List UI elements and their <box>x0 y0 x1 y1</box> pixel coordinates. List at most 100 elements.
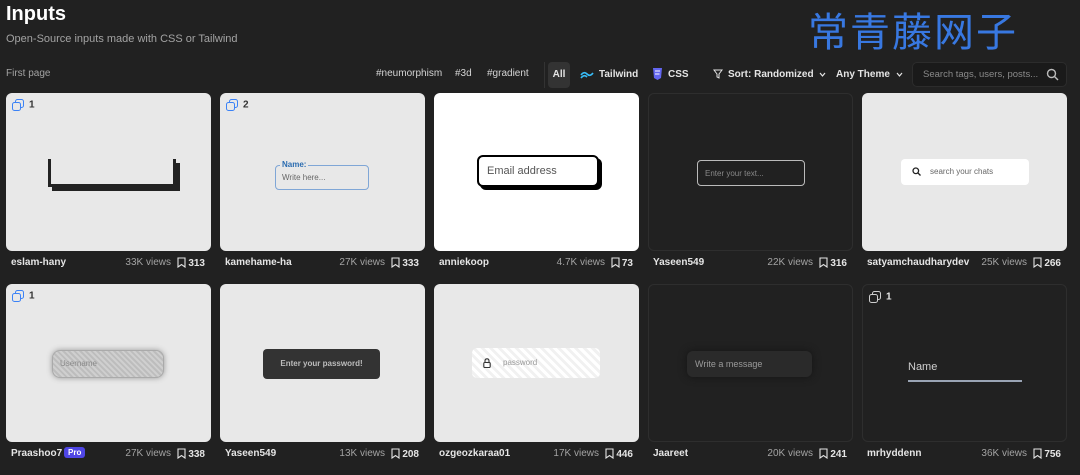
bookmark-icon <box>177 448 186 460</box>
input-preview-label: Name: <box>280 160 309 169</box>
copy-icon <box>869 291 881 303</box>
variant-count: 2 <box>243 99 249 111</box>
bookmark-icon <box>177 257 186 269</box>
component-card[interactable]: Enter your text... <box>648 93 853 251</box>
author-link[interactable]: Jaareet <box>653 448 688 459</box>
filter-css-label: CSS <box>668 69 689 80</box>
page-title: Inputs <box>6 3 66 25</box>
variant-badge: 1 <box>869 291 892 303</box>
bookmark-icon <box>819 257 828 269</box>
tag-gradient[interactable]: #gradient <box>487 68 529 79</box>
variant-count: 1 <box>29 290 35 302</box>
watermark-text: 常青藤网子 <box>808 10 1018 56</box>
card-meta: Praashoo7 Pro 27K views 338 <box>6 446 211 462</box>
bookmark-icon <box>819 448 828 460</box>
component-card[interactable]: search your chats <box>862 93 1067 251</box>
author-link[interactable]: Yaseen549 <box>653 257 704 268</box>
input-preview[interactable]: Email address <box>477 155 599 187</box>
chevron-down-icon <box>896 72 903 77</box>
view-count: 27K views <box>125 448 171 459</box>
author-link[interactable]: Yaseen549 <box>225 448 276 459</box>
theme-dropdown[interactable]: Any Theme <box>836 62 903 88</box>
input-preview[interactable]: password <box>472 348 600 378</box>
card-meta: Jaareet 20K views 241 <box>648 446 853 462</box>
author-link[interactable]: Praashoo7 <box>11 448 62 459</box>
component-card[interactable]: 2 Write here... Name: <box>220 93 425 251</box>
save-button[interactable]: 333 <box>391 257 419 269</box>
card-meta: ozgeozkaraa01 17K views 446 <box>434 446 639 462</box>
view-count: 27K views <box>339 257 385 268</box>
chevron-down-icon <box>819 72 826 77</box>
filter-all-label: All <box>552 69 566 80</box>
save-count: 266 <box>1044 258 1061 269</box>
save-count: 313 <box>188 258 205 269</box>
bookmark-icon <box>611 257 620 269</box>
view-count: 17K views <box>553 448 599 459</box>
component-card[interactable]: Write a message <box>648 284 853 442</box>
input-preview[interactable]: Enter your text... <box>697 160 805 186</box>
input-preview[interactable]: Write a message <box>687 351 812 377</box>
filter-all-button[interactable]: All <box>548 62 570 88</box>
input-preview-label: Name <box>908 361 938 373</box>
save-button[interactable]: 73 <box>611 257 633 269</box>
view-count: 25K views <box>981 257 1027 268</box>
search-icon <box>1046 68 1059 81</box>
author-link[interactable]: anniekoop <box>439 257 489 268</box>
component-card[interactable]: password <box>434 284 639 442</box>
variant-badge: 1 <box>12 290 35 302</box>
author-link[interactable]: ozgeozkaraa01 <box>439 448 510 459</box>
card-meta: eslam-hany 33K views 313 <box>6 255 211 271</box>
component-card[interactable]: 1 Username <box>6 284 211 442</box>
view-count: 13K views <box>339 448 385 459</box>
author-link[interactable]: satyamchaudharydev <box>867 257 969 268</box>
page-subtitle: Open-Source inputs made with CSS or Tail… <box>6 33 238 45</box>
lock-icon <box>483 358 491 368</box>
save-button[interactable]: 266 <box>1033 257 1061 269</box>
variant-badge: 2 <box>226 99 249 111</box>
component-card[interactable]: Email address <box>434 93 639 251</box>
save-button[interactable]: 313 <box>177 257 205 269</box>
input-preview-placeholder: search your chats <box>930 167 994 176</box>
filter-css-button[interactable]: CSS <box>652 62 689 88</box>
save-button[interactable]: 446 <box>605 448 633 460</box>
author-link[interactable]: eslam-hany <box>11 257 66 268</box>
save-count: 208 <box>402 449 419 460</box>
tag-neumorphism[interactable]: #neumorphism <box>376 68 442 79</box>
input-preview[interactable]: search your chats <box>901 159 1029 185</box>
tag-3d[interactable]: #3d <box>455 68 472 79</box>
save-button[interactable]: 241 <box>819 448 847 460</box>
input-preview[interactable]: Enter your password! <box>263 349 380 379</box>
save-count: 241 <box>830 449 847 460</box>
toolbar-divider <box>544 62 545 88</box>
save-button[interactable]: 338 <box>177 448 205 460</box>
save-button[interactable]: 208 <box>391 448 419 460</box>
input-preview[interactable] <box>908 380 1022 382</box>
search-icon <box>912 167 921 176</box>
card-meta: anniekoop 4.7K views 73 <box>434 255 639 271</box>
save-button[interactable]: 756 <box>1033 448 1061 460</box>
copy-icon <box>12 99 24 111</box>
copy-icon <box>12 290 24 302</box>
card-meta: satyamchaudharydev 25K views 266 <box>862 255 1067 271</box>
first-page-link[interactable]: First page <box>6 68 50 79</box>
component-card[interactable]: 1 <box>6 93 211 251</box>
author-link[interactable]: mrhyddenn <box>867 448 921 459</box>
filter-tailwind-label: Tailwind <box>599 69 639 80</box>
input-preview[interactable]: Username <box>52 350 164 378</box>
component-card[interactable]: 1 Name <box>862 284 1067 442</box>
input-preview[interactable] <box>48 159 176 187</box>
search-placeholder: Search tags, users, posts... <box>923 69 1039 80</box>
search-input[interactable]: Search tags, users, posts... <box>912 62 1067 87</box>
component-card[interactable]: Enter your password! <box>220 284 425 442</box>
bookmark-icon <box>391 257 400 269</box>
bookmark-icon <box>1033 448 1042 460</box>
variant-count: 1 <box>29 99 35 111</box>
card-meta: Yaseen549 22K views 316 <box>648 255 853 271</box>
sort-dropdown[interactable]: Sort: Randomized <box>713 62 826 88</box>
card-meta: Yaseen549 13K views 208 <box>220 446 425 462</box>
author-link[interactable]: kamehame-ha <box>225 257 292 268</box>
save-button[interactable]: 316 <box>819 257 847 269</box>
save-count: 338 <box>188 449 205 460</box>
variant-count: 1 <box>886 291 892 303</box>
filter-tailwind-button[interactable]: Tailwind <box>580 62 638 88</box>
